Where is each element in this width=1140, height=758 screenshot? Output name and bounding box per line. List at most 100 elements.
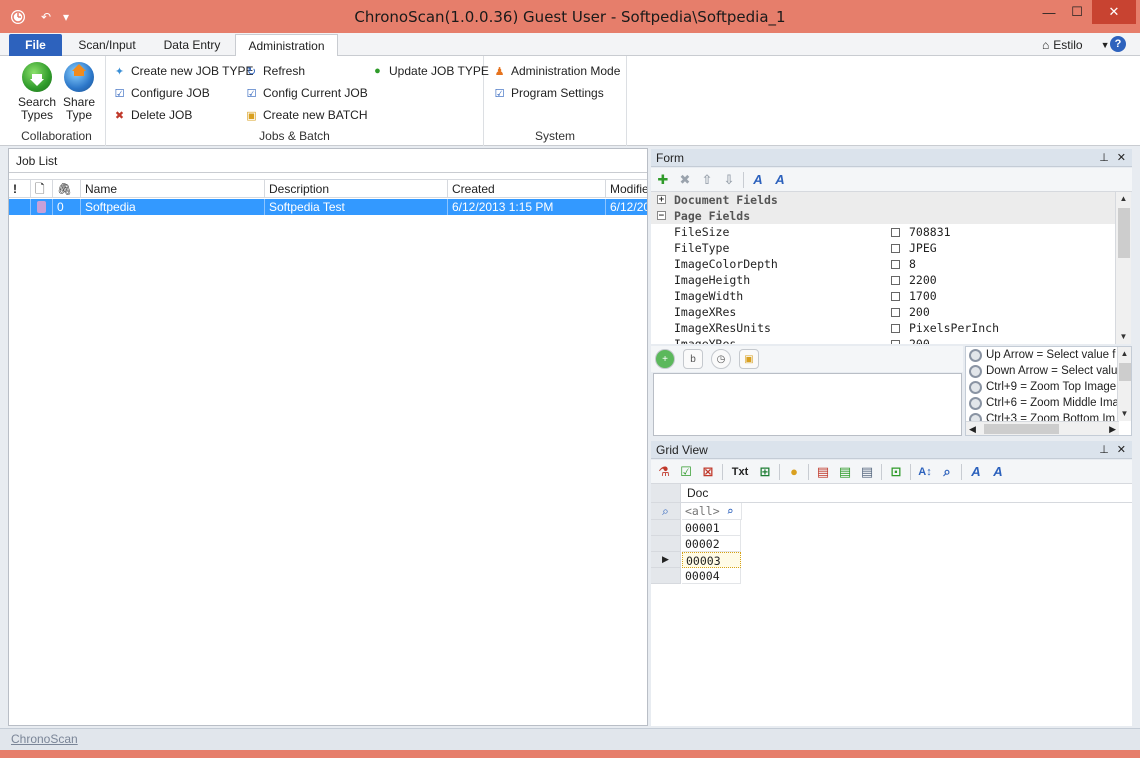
form-scrollbar[interactable]: ▲ ▼ <box>1115 192 1131 344</box>
scroll-thumb[interactable] <box>1119 363 1131 381</box>
add-icon[interactable]: ✚ <box>655 172 671 188</box>
field-row[interactable]: ImageHeigth 2200 <box>651 272 1115 288</box>
row-header[interactable] <box>651 520 681 536</box>
scroll-down-icon[interactable]: ▼ <box>1118 407 1131 421</box>
minimize-button[interactable]: — <box>1034 0 1064 24</box>
expand-icon[interactable]: + <box>657 195 666 205</box>
filter-cell[interactable]: <all> ⌕ <box>682 503 742 520</box>
sort-az-icon[interactable]: A↕ <box>917 464 933 480</box>
tab-data-entry[interactable]: Data Entry <box>152 34 232 56</box>
configure-job-button[interactable]: ☑ Configure JOB <box>112 84 210 102</box>
shortcuts-vscroll[interactable]: ▲ ▼ <box>1117 347 1131 421</box>
field-value[interactable]: 200 <box>909 304 930 320</box>
tab-administration[interactable]: Administration <box>235 34 338 57</box>
field-checkbox[interactable] <box>891 292 900 301</box>
help-button[interactable]: ? <box>1110 36 1126 52</box>
create-job-type-button[interactable]: ✦ Create new JOB TYPE <box>112 62 254 80</box>
doc-green-icon[interactable]: ▤ <box>837 464 853 480</box>
font-add-icon[interactable]: A <box>772 172 788 188</box>
field-value[interactable]: 8 <box>909 256 916 272</box>
created-column-header[interactable]: Created <box>448 180 606 198</box>
doc-blue-icon[interactable]: ▤ <box>859 464 875 480</box>
coin-icon[interactable]: ● <box>786 464 802 480</box>
scroll-down-icon[interactable]: ▼ <box>1116 330 1131 344</box>
name-column-header[interactable]: Name <box>81 180 265 198</box>
row-header[interactable] <box>651 536 681 552</box>
style-selector[interactable]: ⌂ Estilo ▼ <box>1042 38 1110 52</box>
table-row[interactable]: 00004 <box>682 568 741 584</box>
field-value[interactable]: 1700 <box>909 288 937 304</box>
tab-scan-input[interactable]: Scan/Input <box>70 34 144 56</box>
font-edit-icon[interactable]: A <box>968 464 984 480</box>
clock-icon[interactable]: ◷ <box>711 349 731 369</box>
font-edit-icon[interactable]: A <box>750 172 766 188</box>
field-checkbox[interactable] <box>891 340 900 344</box>
document-column-header[interactable]: 🗋 <box>31 180 53 198</box>
field-value[interactable]: 200 <box>909 336 930 344</box>
field-checkbox[interactable] <box>891 276 900 285</box>
admin-mode-button[interactable]: ♟ Administration Mode <box>492 62 621 80</box>
category-row[interactable]: − Page Fields <box>651 208 1115 224</box>
field-checkbox[interactable] <box>891 260 900 269</box>
table-row[interactable]: 00001 <box>682 520 741 536</box>
row-header[interactable] <box>651 568 681 584</box>
add-circle-icon[interactable]: + <box>655 349 675 369</box>
scroll-thumb[interactable] <box>1118 208 1130 258</box>
close-icon[interactable]: ✕ <box>1117 441 1126 459</box>
table-row[interactable]: 0 Softpedia Softpedia Test 6/12/2013 1:1… <box>9 199 647 215</box>
maximize-button[interactable]: ☐ <box>1062 0 1092 24</box>
status-text[interactable]: ChronoScan <box>11 732 78 746</box>
field-value[interactable]: 2200 <box>909 272 937 288</box>
create-batch-button[interactable]: ▣ Create new BATCH <box>244 106 367 124</box>
scroll-right-icon[interactable]: ▶ <box>1109 422 1116 435</box>
scroll-thumb[interactable] <box>984 424 1059 434</box>
delete-doc-icon[interactable]: ⊠ <box>700 464 716 480</box>
table-row[interactable]: 00003 <box>682 552 741 568</box>
field-row[interactable]: ImageColorDepth 8 <box>651 256 1115 272</box>
pin-icon[interactable]: ⊥ <box>1099 441 1109 459</box>
description-column-header[interactable]: Description <box>265 180 448 198</box>
field-checkbox[interactable] <box>891 228 900 237</box>
pin-icon[interactable]: ⊥ <box>1099 149 1109 167</box>
scroll-up-icon[interactable]: ▲ <box>1118 347 1131 361</box>
tab-file[interactable]: File <box>9 34 62 56</box>
doc-column-header[interactable]: Doc <box>687 486 708 500</box>
find-replace-icon[interactable]: ⌕ <box>939 464 955 480</box>
export-txt-button[interactable]: Txt <box>729 464 751 480</box>
field-checkbox[interactable] <box>891 324 900 333</box>
table-row[interactable]: 00002 <box>682 536 741 552</box>
field-row[interactable]: ImageXResUnits PixelsPerInch <box>651 320 1115 336</box>
bold-icon[interactable]: b <box>683 349 703 369</box>
field-value[interactable]: PixelsPerInch <box>909 320 999 336</box>
program-settings-button[interactable]: ☑ Program Settings <box>492 84 604 102</box>
field-row[interactable]: FileSize 708831 <box>651 224 1115 240</box>
attachment-column-header[interactable]: 🖇 <box>53 180 81 198</box>
collapse-icon[interactable]: − <box>657 211 666 221</box>
font-add-icon[interactable]: A <box>990 464 1006 480</box>
doc-red-icon[interactable]: ▤ <box>815 464 831 480</box>
check-icon[interactable]: ☑ <box>678 464 694 480</box>
modified-column-header[interactable]: Modified <box>606 180 647 198</box>
field-value[interactable]: 708831 <box>909 224 951 240</box>
remove-icon[interactable]: ✖ <box>677 172 693 188</box>
move-down-icon[interactable]: ⇩ <box>721 172 737 188</box>
current-row-header[interactable]: ▶ <box>651 552 681 568</box>
update-job-type-button[interactable]: ● Update JOB TYPE <box>370 62 489 80</box>
excel-icon[interactable]: ⊞ <box>757 464 773 480</box>
filter-clear-icon[interactable]: ⚗ <box>656 464 672 480</box>
move-up-icon[interactable]: ⇧ <box>699 172 715 188</box>
scroll-up-icon[interactable]: ▲ <box>1116 192 1131 206</box>
field-value[interactable]: JPEG <box>909 240 937 256</box>
field-row[interactable]: FileType JPEG <box>651 240 1115 256</box>
notes-area[interactable] <box>653 373 962 436</box>
search-types-button[interactable]: Search Types <box>17 62 57 122</box>
close-icon[interactable]: ✕ <box>1117 149 1126 167</box>
field-checkbox[interactable] <box>891 308 900 317</box>
category-row[interactable]: + Document Fields <box>651 192 1115 208</box>
refresh-button[interactable]: ↻ Refresh <box>244 62 305 80</box>
share-type-button[interactable]: Share Type <box>59 62 99 122</box>
field-row[interactable]: ImageXRes 200 <box>651 304 1115 320</box>
config-current-job-button[interactable]: ☑ Config Current JOB <box>244 84 368 102</box>
close-button[interactable]: ✕ <box>1092 0 1136 24</box>
field-row[interactable]: ImageWidth 1700 <box>651 288 1115 304</box>
